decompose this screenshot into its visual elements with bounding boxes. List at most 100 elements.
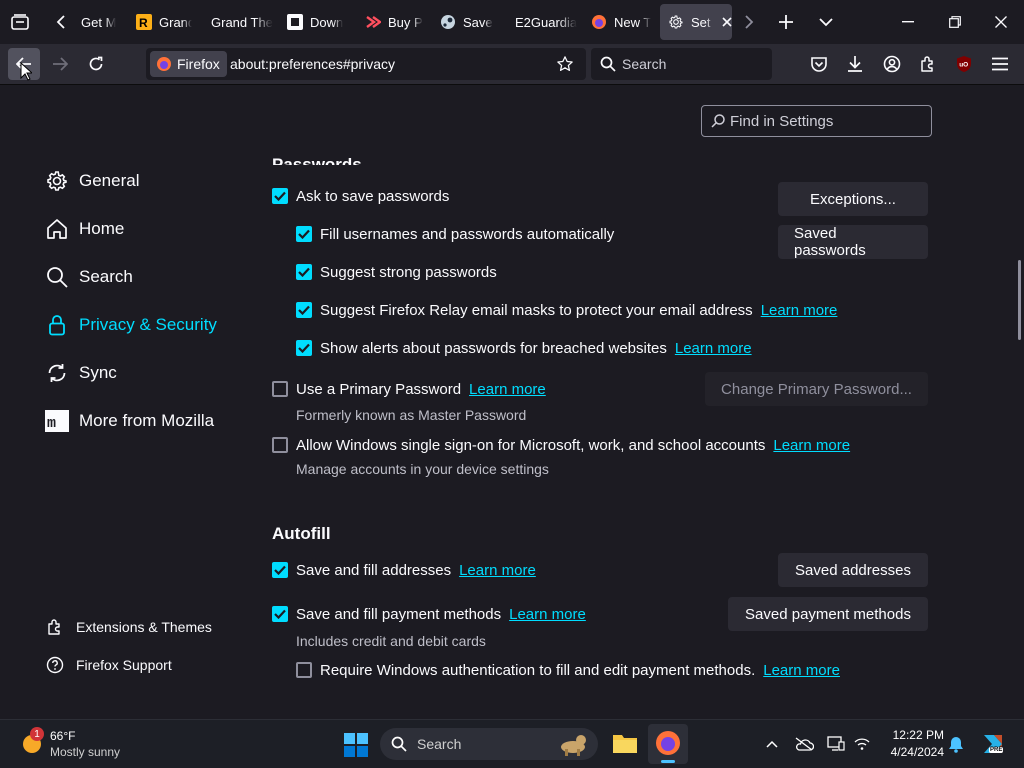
file-explorer-icon[interactable] <box>612 732 638 756</box>
require-windows-auth-checkbox[interactable]: Require Windows authentication to fill a… <box>296 659 840 681</box>
start-button[interactable] <box>344 733 368 757</box>
saved-payment-methods-button[interactable]: Saved payment methods <box>728 597 928 631</box>
tab-grand-rockstar[interactable]: R Grand <box>128 4 192 40</box>
learn-more-link[interactable]: Learn more <box>459 562 536 579</box>
firefox-support-link[interactable]: Firefox Support <box>46 656 172 674</box>
checkbox-checked[interactable] <box>296 226 312 242</box>
checkbox-label: Save and fill payment methods <box>296 605 502 623</box>
primary-password-checkbox[interactable]: Use a Primary Password Learn more <box>272 378 546 400</box>
firefox-icon <box>591 14 607 30</box>
checkbox-checked[interactable] <box>296 302 312 318</box>
saved-addresses-button[interactable]: Saved addresses <box>778 553 928 587</box>
identity-box[interactable]: Firefox <box>150 51 227 77</box>
suggest-strong-passwords-checkbox[interactable]: Suggest strong passwords <box>296 261 497 283</box>
pocket-icon[interactable] <box>803 48 835 80</box>
onedrive-offline-icon[interactable] <box>794 734 814 754</box>
close-window-icon[interactable] <box>989 10 1013 34</box>
tab-title: E2Guardia <box>515 14 578 30</box>
scroll-tabs-right-icon[interactable] <box>738 10 760 34</box>
ask-save-passwords-checkbox[interactable]: Ask to save passwords <box>272 185 449 207</box>
display-icon[interactable] <box>826 734 846 754</box>
sidebar-item-home[interactable]: Home <box>45 214 124 244</box>
learn-more-link[interactable]: Learn more <box>675 340 752 357</box>
bookmark-star-icon[interactable] <box>556 55 574 73</box>
extensions-themes-link[interactable]: Extensions & Themes <box>46 618 212 636</box>
reload-button[interactable] <box>80 48 112 80</box>
new-tab-plus-icon[interactable] <box>774 10 798 34</box>
save-fill-addresses-checkbox[interactable]: Save and fill addresses Learn more <box>272 559 536 581</box>
tab-buy[interactable]: Buy P <box>357 4 425 40</box>
gear-icon <box>668 14 684 30</box>
sidebar-item-privacy-security[interactable]: Privacy & Security <box>45 310 217 340</box>
list-all-tabs-icon[interactable] <box>814 10 838 34</box>
lock-icon <box>45 313 69 337</box>
scroll-tabs-left-icon[interactable] <box>50 10 72 34</box>
scrollbar-thumb[interactable] <box>1018 260 1021 340</box>
taskbar-search-box[interactable]: Search <box>380 728 598 760</box>
breach-alerts-checkbox[interactable]: Show alerts about passwords for breached… <box>296 337 752 359</box>
ublock-origin-icon[interactable]: uO <box>948 48 980 80</box>
sidebar-item-general[interactable]: General <box>45 166 139 196</box>
tab-new-tab[interactable]: New T <box>583 4 651 40</box>
checkbox-checked[interactable] <box>272 562 288 578</box>
learn-more-link[interactable]: Learn more <box>469 381 546 398</box>
tab-download[interactable]: Down <box>279 4 349 40</box>
downloads-icon[interactable] <box>839 48 871 80</box>
tab-settings[interactable]: Set <box>660 4 732 40</box>
checkbox-checked[interactable] <box>272 188 288 204</box>
search-placeholder: Search <box>622 56 667 72</box>
extensions-puzzle-icon[interactable] <box>912 48 944 80</box>
checkbox-label: Suggest strong passwords <box>320 263 497 281</box>
minimize-icon[interactable] <box>896 10 920 34</box>
change-primary-password-button[interactable]: Change Primary Password... <box>705 372 928 406</box>
show-hidden-icons-chevron-icon[interactable] <box>762 734 782 754</box>
sidebar-item-search[interactable]: Search <box>45 262 133 292</box>
checkbox-unchecked[interactable] <box>272 437 288 453</box>
checkbox-unchecked[interactable] <box>296 662 312 678</box>
hamburger-menu-icon[interactable] <box>984 48 1016 80</box>
tab-grand-theft[interactable]: Grand The <box>203 4 277 40</box>
network-icon[interactable] <box>852 734 872 754</box>
fill-usernames-checkbox[interactable]: Fill usernames and passwords automatical… <box>296 223 614 245</box>
forward-button[interactable] <box>44 48 76 80</box>
relay-masks-checkbox[interactable]: Suggest Firefox Relay email masks to pro… <box>296 299 837 321</box>
saved-passwords-button[interactable]: Saved passwords <box>778 225 928 259</box>
tab-get-mozilla[interactable]: Get M <box>73 4 128 40</box>
svg-text:m: m <box>47 415 56 432</box>
sidebar-item-label: More from Mozilla <box>79 411 215 430</box>
notification-bell-icon[interactable] <box>946 734 966 754</box>
learn-more-link[interactable]: Learn more <box>509 606 586 623</box>
clock[interactable]: 12:22 PM 4/24/2024 <box>878 728 944 762</box>
firefox-view-icon[interactable] <box>8 10 32 34</box>
sidebar-item-label: Privacy & Security <box>79 315 217 334</box>
extensions-themes-label: Extensions & Themes <box>76 619 212 635</box>
copilot-icon[interactable]: PRE <box>980 731 1006 757</box>
weather-widget[interactable]: 1 66°F Mostly sunny <box>18 726 138 762</box>
checkbox-unchecked[interactable] <box>272 381 288 397</box>
payments-note: Includes credit and debit cards <box>296 633 486 649</box>
url-text[interactable]: about:preferences#privacy <box>230 56 395 72</box>
firefox-taskbar-icon[interactable] <box>648 724 688 764</box>
close-tab-icon[interactable] <box>722 17 732 27</box>
svg-text:R: R <box>139 16 148 30</box>
checkbox-checked[interactable] <box>272 606 288 622</box>
search-bar[interactable]: Search <box>591 48 772 80</box>
tab-e2guardian[interactable]: E2Guardia <box>507 4 579 40</box>
checkbox-checked[interactable] <box>296 340 312 356</box>
sidebar-item-sync[interactable]: Sync <box>45 358 117 388</box>
tab-title: Save <box>463 14 493 30</box>
exceptions-button[interactable]: Exceptions... <box>778 182 928 216</box>
checkbox-checked[interactable] <box>296 264 312 280</box>
windows-sso-checkbox[interactable]: Allow Windows single sign-on for Microso… <box>272 434 850 456</box>
url-bar[interactable]: Firefox about:preferences#privacy <box>146 48 586 80</box>
account-icon[interactable] <box>876 48 908 80</box>
find-in-settings-input[interactable]: Find in Settings <box>701 105 932 137</box>
sidebar-item-more-from-mozilla[interactable]: m More from Mozilla <box>45 406 214 436</box>
restore-icon[interactable] <box>943 10 967 34</box>
tab-title: Grand <box>159 14 192 30</box>
learn-more-link[interactable]: Learn more <box>773 437 850 454</box>
learn-more-link[interactable]: Learn more <box>761 302 838 319</box>
tab-save-steam[interactable]: Save <box>432 4 498 40</box>
save-fill-payments-checkbox[interactable]: Save and fill payment methods Learn more <box>272 603 586 625</box>
learn-more-link[interactable]: Learn more <box>763 662 840 679</box>
